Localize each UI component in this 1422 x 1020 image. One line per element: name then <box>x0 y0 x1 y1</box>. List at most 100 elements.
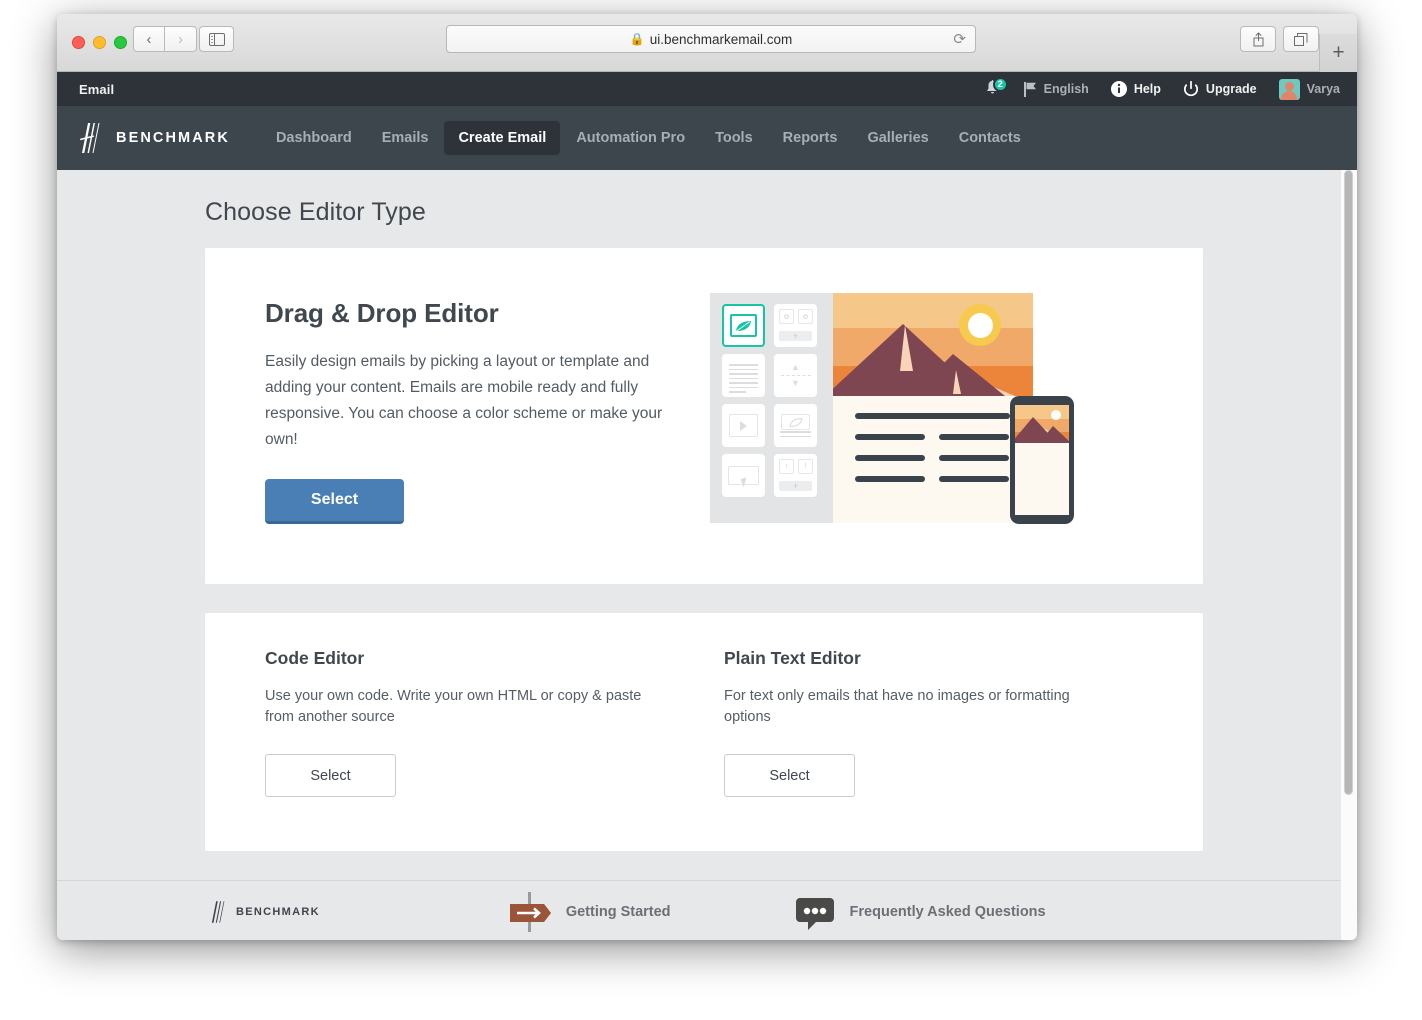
drag-drop-text-block: Drag & Drop Editor Easily design emails … <box>265 298 685 524</box>
share-icon[interactable] <box>1240 26 1276 52</box>
sidebar-toggle-icon[interactable] <box>199 26 234 52</box>
nav-item-contacts[interactable]: Contacts <box>945 121 1035 155</box>
language-label: English <box>1043 82 1089 96</box>
preview-line <box>939 455 1009 461</box>
upgrade-label: Upgrade <box>1205 82 1257 96</box>
preview-line <box>855 455 925 461</box>
vertical-spacer-glyph: ▲ ▼ <box>774 354 817 397</box>
drag-drop-title: Drag & Drop Editor <box>265 298 499 328</box>
nav-item-reports[interactable]: Reports <box>769 121 852 155</box>
minimize-window-button[interactable] <box>93 36 106 49</box>
drag-drop-illustration: ✿ ✿ + ▲ ▼ t f + <box>710 293 1090 528</box>
page-content: Choose Editor Type Drag & Drop Editor Ea… <box>57 170 1357 940</box>
upgrade-button[interactable]: Upgrade <box>1172 72 1268 106</box>
forward-icon[interactable]: › <box>165 26 197 52</box>
browser-titlebar: ‹ › 🔒 ui.benchmarkemail.com ⟳ + <box>57 14 1357 72</box>
footer-brand: BENCHMARK <box>209 900 320 923</box>
mini-leaf-icon-2: ✿ <box>798 309 813 324</box>
footer-faq-label: Frequently Asked Questions <box>849 903 1046 920</box>
code-editor-title: Code Editor <box>265 648 365 668</box>
maximize-window-button[interactable] <box>114 36 127 49</box>
plain-text-editor-title: Plain Text Editor <box>724 648 861 668</box>
facebook-icon: f <box>798 459 813 474</box>
new-tab-button[interactable]: + <box>1319 34 1357 72</box>
preview-line <box>939 476 1009 482</box>
phone-screen <box>1015 405 1069 515</box>
illustration-email-preview <box>833 293 1033 523</box>
illustration-block-palette: ✿ ✿ + ▲ ▼ t f + <box>710 293 833 523</box>
brand-logo[interactable]: BENCHMARK <box>78 123 230 153</box>
app-utility-bar: Email 2 English Help Upgrade Varya <box>57 72 1357 106</box>
help-button[interactable]: Help <box>1100 72 1172 106</box>
utility-bar-right: 2 English Help Upgrade Varya <box>974 72 1351 106</box>
code-editor-description: Use your own code. Write your own HTML o… <box>265 688 642 725</box>
help-label: Help <box>1133 82 1161 96</box>
preview-hero-image <box>833 293 1033 396</box>
nav-item-galleries[interactable]: Galleries <box>853 121 942 155</box>
nav-item-emails[interactable]: Emails <box>368 121 443 155</box>
show-tabs-icon[interactable] <box>1283 26 1319 52</box>
leaf-frame-icon <box>730 314 757 337</box>
preview-line <box>939 434 1009 440</box>
code-editor-block: Code Editor Use your own code. Write you… <box>265 648 685 797</box>
vertical-scrollbar-track[interactable] <box>1340 170 1357 940</box>
mini-image-tiles: ✿ ✿ <box>779 309 813 324</box>
notifications-button[interactable]: 2 <box>974 72 1013 106</box>
preview-line-row <box>855 476 1013 482</box>
footer-faq-link[interactable]: Frequently Asked Questions <box>795 892 1046 932</box>
drag-drop-select-button[interactable]: Select <box>265 479 404 524</box>
browser-window: ‹ › 🔒 ui.benchmarkemail.com ⟳ + Email 2 … <box>57 14 1357 940</box>
drag-drop-editor-card: Drag & Drop Editor Easily design emails … <box>205 248 1203 584</box>
tile-image-caption-block-icon <box>774 404 817 447</box>
mountain-snow-large <box>900 325 913 371</box>
footer-getting-started-link[interactable]: Getting Started <box>508 890 671 934</box>
back-icon[interactable]: ‹ <box>133 26 165 52</box>
user-menu[interactable]: Varya <box>1268 72 1351 106</box>
play-frame-icon <box>729 414 758 437</box>
plain-text-editor-description: For text only emails that have no images… <box>724 688 1070 725</box>
nav-item-tools[interactable]: Tools <box>701 121 767 155</box>
reload-icon[interactable]: ⟳ <box>953 31 966 49</box>
phone-hero-image <box>1015 405 1069 443</box>
close-window-button[interactable] <box>72 36 85 49</box>
page-title: Choose Editor Type <box>205 198 426 226</box>
drag-drop-description: Easily design emails by picking a layout… <box>265 353 663 448</box>
flag-icon <box>1023 81 1036 97</box>
code-editor-select-button[interactable]: Select <box>265 754 396 797</box>
lock-icon: 🔒 <box>629 32 645 46</box>
chat-bubble-icon <box>795 897 834 930</box>
twitter-icon: t <box>779 459 794 474</box>
app-section-label: Email <box>79 81 115 97</box>
browser-nav-buttons: ‹ › <box>133 26 197 52</box>
vertical-scrollbar-thumb[interactable] <box>1344 170 1353 795</box>
add-image-bar-icon: + <box>779 331 812 341</box>
address-bar[interactable]: 🔒 ui.benchmarkemail.com ⟳ <box>446 25 976 53</box>
plain-text-editor-select-button[interactable]: Select <box>724 754 855 797</box>
add-social-bar-icon: + <box>779 481 812 491</box>
nav-links: Dashboard Emails Create Email Automation… <box>262 121 1035 155</box>
illustration-mobile-preview <box>1010 396 1074 524</box>
footer-brand-name: BENCHMARK <box>236 905 320 918</box>
arrow-down-icon: ▼ <box>791 378 800 388</box>
tile-button-block-icon <box>722 454 765 497</box>
nav-item-automation-pro[interactable]: Automation Pro <box>562 121 699 155</box>
nav-item-create-email[interactable]: Create Email <box>444 121 561 155</box>
language-selector[interactable]: English <box>1013 72 1100 106</box>
tile-image-block-icon <box>722 304 765 347</box>
brand-name: BENCHMARK <box>116 130 230 146</box>
user-name: Varya <box>1306 82 1340 96</box>
nav-item-dashboard[interactable]: Dashboard <box>262 121 366 155</box>
info-icon <box>1110 81 1127 97</box>
avatar-body <box>1281 90 1298 100</box>
bell-icon: 2 <box>985 77 1008 98</box>
plain-text-editor-block: Plain Text Editor For text only emails t… <box>724 648 1144 797</box>
text-lines-glyph <box>729 364 758 396</box>
footer-getting-started-label: Getting Started <box>565 903 671 920</box>
avatar-head <box>1284 81 1294 91</box>
main-navigation: BENCHMARK Dashboard Emails Create Email … <box>57 106 1357 170</box>
preview-body-lines <box>855 413 1013 497</box>
avatar <box>1278 78 1300 100</box>
window-traffic-lights <box>72 36 127 49</box>
mountain-snow-small <box>953 370 961 394</box>
tile-social-block-icon: t f + <box>774 454 817 497</box>
